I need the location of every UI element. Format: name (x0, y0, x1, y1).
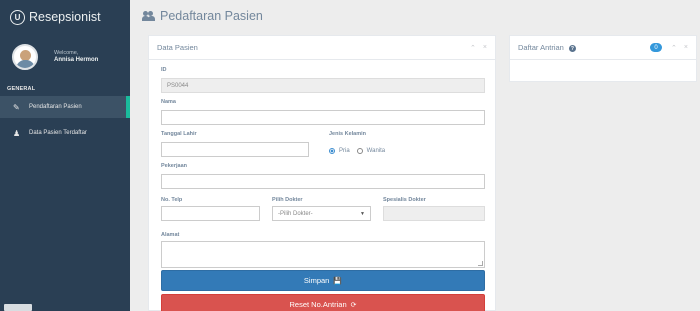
close-icon[interactable]: × (483, 44, 487, 51)
simpan-button[interactable]: Simpan 💾 (161, 270, 485, 291)
welcome-text: Welcome, (54, 49, 79, 56)
sidebar-item-pendaftaran-pasien[interactable]: ✎ Pendaftaran Pasien (0, 96, 130, 118)
user-profile: Welcome, Annisa Hermon (0, 34, 130, 82)
no-telp-input[interactable] (161, 206, 260, 221)
panel-title: Data Pasien (157, 43, 198, 52)
tanggal-lahir-input[interactable] (161, 142, 309, 157)
no-telp-label: No. Telp (161, 197, 183, 203)
pilih-dokter-select[interactable]: -Pilih Dokter- ▼ (272, 206, 371, 221)
users-icon: ♟ (13, 128, 21, 138)
pekerjaan-input[interactable] (161, 174, 485, 189)
sidebar-footer-button[interactable] (4, 304, 32, 311)
refresh-icon: ⟳ (350, 301, 357, 309)
daftar-antrian-panel: Daftar Antrian ? 0 ⌃ × (509, 35, 697, 82)
pilih-dokter-value: -Pilih Dokter- (278, 210, 313, 217)
id-label: ID (161, 67, 167, 73)
nama-label: Nama (161, 99, 176, 105)
close-icon[interactable]: × (684, 44, 688, 51)
radio-wanita[interactable] (356, 148, 363, 154)
radio-pria[interactable] (329, 148, 335, 154)
help-icon[interactable]: ? (568, 45, 576, 53)
radio-wanita-label: Wanita (366, 148, 386, 154)
tanggal-lahir-label: Tanggal Lahir (161, 131, 197, 137)
logo-icon: U (10, 9, 25, 25)
jenis-kelamin-group: Pria Wanita (329, 148, 385, 154)
panel-title: Daftar Antrian ? (518, 42, 576, 53)
id-value: PS0044 (167, 82, 189, 89)
save-icon: 💾 (333, 277, 343, 285)
chevron-down-icon: ▼ (360, 210, 365, 217)
users-icon (142, 11, 155, 21)
sidebar-item-label: Data Pasien Terdaftar (29, 130, 87, 136)
pilih-dokter-label: Pilih Dokter (272, 197, 303, 203)
sidebar: U Resepsionist Welcome, Annisa Hermon GE… (0, 0, 130, 311)
collapse-icon[interactable]: ⌃ (671, 44, 677, 52)
reset-label: Reset No.Antrian (289, 300, 347, 309)
page-title-text: Pedaftaran Pasien (160, 9, 263, 23)
user-name: Annisa Hermon (54, 56, 99, 63)
brand[interactable]: U Resepsionist (0, 0, 130, 34)
spesialis-dokter-label: Spesialis Dokter (383, 197, 426, 203)
data-pasien-panel: Data Pasien ⌃ × ID PS0044 Nama Tanggal L… (148, 35, 496, 311)
queue-count-badge: 0 (650, 43, 663, 52)
pekerjaan-label: Pekerjaan (161, 163, 187, 169)
nama-input[interactable] (161, 110, 485, 125)
spesialis-dokter-field (383, 206, 485, 221)
sidebar-item-label: Pendaftaran Pasien (29, 104, 82, 110)
page-title: Pedaftaran Pasien (142, 9, 263, 23)
sidebar-item-data-pasien-terdaftar[interactable]: ♟ Data Pasien Terdaftar (0, 122, 130, 144)
reset-antrian-button[interactable]: Reset No.Antrian ⟳ (161, 294, 485, 311)
simpan-label: Simpan (303, 276, 330, 285)
jenis-kelamin-label: Jenis Kelamin (329, 131, 366, 137)
alamat-label: Alamat (161, 232, 180, 238)
avatar (12, 44, 38, 70)
brand-title: Resepsionist (29, 10, 101, 24)
sidebar-section-title: GENERAL (7, 86, 36, 92)
id-field: PS0044 (161, 78, 485, 93)
collapse-icon[interactable]: ⌃ (470, 44, 476, 52)
edit-icon: ✎ (13, 102, 20, 112)
radio-pria-label: Pria (339, 148, 350, 154)
alamat-textarea[interactable] (161, 241, 485, 268)
